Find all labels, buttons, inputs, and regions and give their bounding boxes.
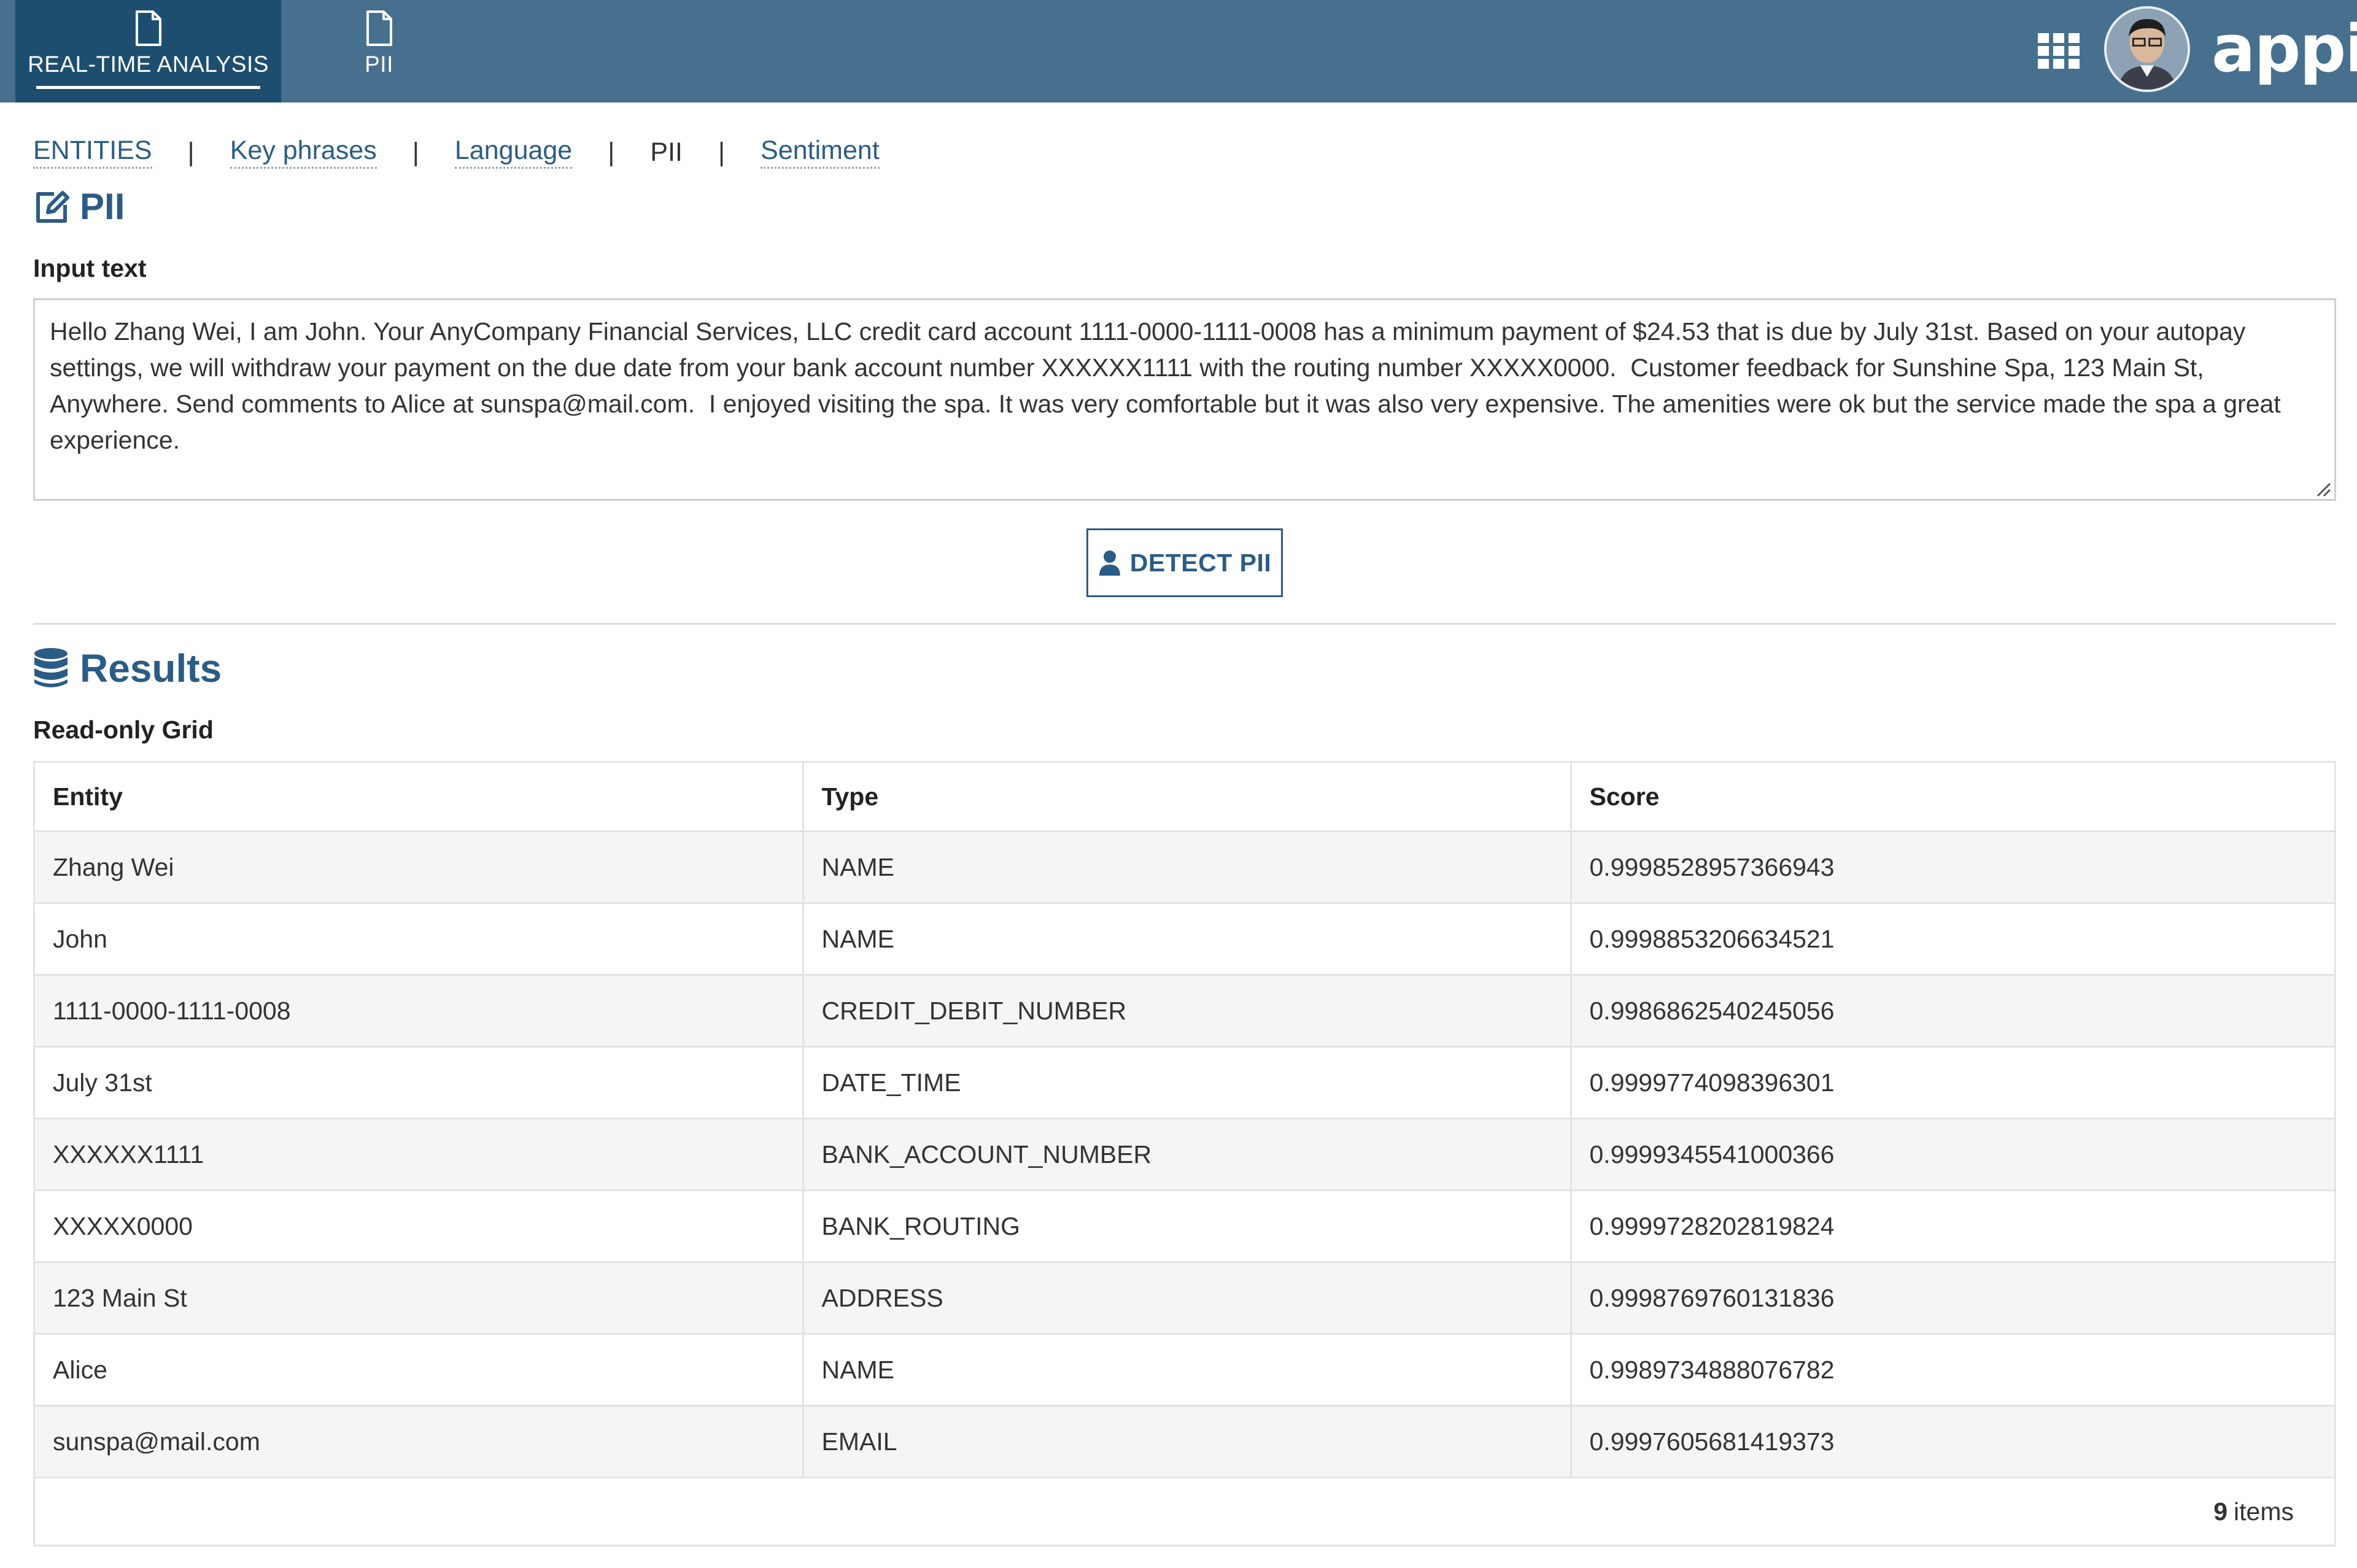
grid-header-row: Entity Type Score — [35, 763, 2334, 832]
item-count: 9 — [2213, 1497, 2228, 1526]
score-cell: 0.9998528957366943 — [1571, 831, 2334, 904]
grid-icon[interactable] — [2037, 32, 2081, 70]
user-photo-icon — [2107, 9, 2188, 90]
avatar[interactable] — [2104, 6, 2190, 92]
link-language[interactable]: Language — [454, 136, 573, 169]
link-pii-current: PII — [650, 137, 683, 167]
score-cell: 0.9998853206634521 — [1571, 903, 2334, 976]
type-cell: NAME — [803, 903, 1572, 976]
entity-cell: John — [35, 903, 804, 976]
tab-real-time-analysis[interactable]: REAL-TIME ANALYSIS — [15, 0, 281, 102]
entity-cell: July 31st — [35, 1046, 804, 1119]
detect-pii-label: DETECT PII — [1129, 548, 1272, 577]
table-row: John NAME 0.9998853206634521 — [35, 903, 2334, 976]
top-nav-bar: REAL-TIME ANALYSIS PII appian — [0, 0, 2357, 102]
entity-cell: Alice — [35, 1334, 804, 1407]
entity-cell: Zhang Wei — [35, 831, 804, 904]
resize-handle-icon[interactable] — [2314, 480, 2331, 497]
table-row: Zhang Wei NAME 0.9998528957366943 — [35, 831, 2334, 904]
link-entities[interactable]: ENTITIES — [33, 136, 152, 169]
analysis-links: ENTITIES | Key phrases | Language | PII … — [33, 134, 880, 171]
tab-label: PII — [365, 52, 393, 77]
pii-title-text: PII — [80, 186, 125, 227]
entity-cell: 1111-0000-1111-0008 — [35, 975, 804, 1048]
document-icon — [366, 10, 392, 46]
table-row: 123 Main St ADDRESS 0.9998769760131836 — [35, 1262, 2334, 1335]
type-cell: NAME — [803, 831, 1572, 904]
table-row: 1111-0000-1111-0008 CREDIT_DEBIT_NUMBER … — [35, 975, 2334, 1048]
score-cell: 0.9997605681419373 — [1571, 1405, 2334, 1478]
detect-pii-button[interactable]: DETECT PII — [1086, 528, 1283, 597]
type-cell: EMAIL — [803, 1405, 1572, 1478]
table-row: XXXXXX1111 BANK_ACCOUNT_NUMBER 0.9999345… — [35, 1118, 2334, 1191]
type-cell: CREDIT_DEBIT_NUMBER — [803, 975, 1572, 1048]
link-sentiment[interactable]: Sentiment — [761, 136, 880, 169]
table-row: sunspa@mail.com EMAIL 0.9997605681419373 — [35, 1405, 2334, 1478]
type-cell: BANK_ROUTING — [803, 1190, 1572, 1263]
grid-label: Read-only Grid — [33, 716, 214, 744]
type-cell: NAME — [803, 1334, 1572, 1407]
table-row: XXXXX0000 BANK_ROUTING 0.999972820281982… — [35, 1190, 2334, 1263]
tab-label: REAL-TIME ANALYSIS — [28, 52, 269, 77]
column-header-entity: Entity — [35, 763, 804, 832]
score-cell: 0.9986862540245056 — [1571, 975, 2334, 1048]
tab-pii[interactable]: PII — [319, 0, 439, 102]
link-separator: | — [608, 137, 615, 167]
score-cell: 0.9999728202819824 — [1571, 1190, 2334, 1263]
score-cell: 0.9999774098396301 — [1571, 1046, 2334, 1119]
grid-footer: 9 items — [35, 1478, 2334, 1545]
entity-cell: XXXXXX1111 — [35, 1118, 804, 1191]
pii-section-title: PII — [33, 185, 125, 228]
active-tab-indicator — [36, 86, 260, 89]
results-title-text: Results — [80, 646, 222, 690]
entity-cell: 123 Main St — [35, 1262, 804, 1335]
link-key-phrases[interactable]: Key phrases — [230, 136, 377, 169]
brand-logo: appian — [2212, 11, 2357, 87]
results-grid: Entity Type Score Zhang Wei NAME 0.99985… — [33, 761, 2336, 1547]
edit-icon — [36, 190, 69, 223]
link-separator: | — [718, 137, 726, 167]
user-icon — [1099, 550, 1120, 576]
input-text-label: Input text — [33, 254, 147, 282]
column-header-score: Score — [1571, 763, 2334, 832]
score-cell: 0.9989734888076782 — [1571, 1334, 2334, 1407]
link-separator: | — [187, 137, 195, 167]
column-header-type: Type — [803, 763, 1572, 832]
link-separator: | — [412, 137, 419, 167]
database-icon — [34, 648, 68, 687]
type-cell: ADDRESS — [803, 1262, 1572, 1335]
type-cell: BANK_ACCOUNT_NUMBER — [803, 1118, 1572, 1191]
table-row: Alice NAME 0.9989734888076782 — [35, 1334, 2334, 1407]
type-cell: DATE_TIME — [803, 1046, 1572, 1119]
score-cell: 0.9998769760131836 — [1571, 1262, 2334, 1335]
document-icon — [135, 10, 161, 46]
entity-cell: sunspa@mail.com — [35, 1405, 804, 1478]
table-row: July 31st DATE_TIME 0.9999774098396301 — [35, 1046, 2334, 1119]
results-section-title: Results — [33, 646, 222, 691]
item-count-suffix: items — [2234, 1497, 2294, 1526]
input-text-area[interactable]: Hello Zhang Wei, I am John. Your AnyComp… — [33, 298, 2336, 501]
section-divider — [33, 623, 2336, 625]
entity-cell: XXXXX0000 — [35, 1190, 804, 1263]
score-cell: 0.9999345541000366 — [1571, 1118, 2334, 1191]
